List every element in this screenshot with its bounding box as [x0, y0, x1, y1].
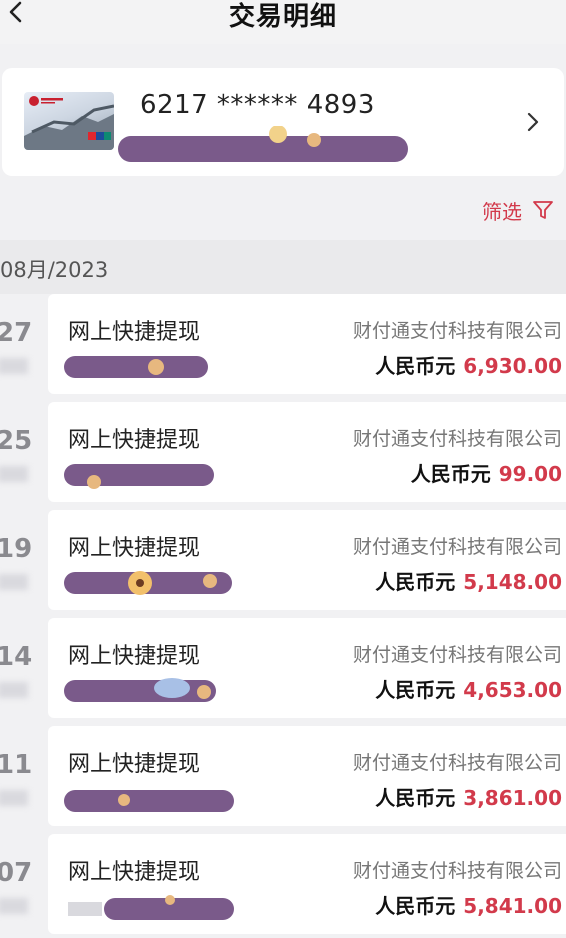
transaction-merchant: 财付通支付科技有限公司	[352, 644, 562, 666]
transaction-amount: 4,653.00	[463, 678, 562, 702]
currency-label: 人民币元	[375, 894, 456, 918]
bank-card-panel[interactable]: 6217 ****** 4893	[2, 68, 564, 176]
balance-redaction	[64, 571, 232, 595]
transaction-card[interactable]: 网上快捷提现 财付通支付科技有限公司 人民币元 3,861.00	[48, 726, 566, 826]
transaction-card[interactable]: 网上快捷提现 财付通支付科技有限公司 人民币元 5,148.00	[48, 510, 566, 610]
transaction-day: 07	[0, 858, 33, 888]
balance-redaction	[68, 895, 234, 920]
bank-card-image	[24, 92, 114, 150]
transaction-amount-group: 人民币元 6,930.00	[375, 350, 562, 379]
transaction-day: 11	[0, 750, 33, 780]
transaction-amount-group: 人民币元 3,861.00	[375, 782, 562, 811]
transaction-amount: 6,930.00	[463, 354, 562, 378]
transaction-amount: 5,841.00	[463, 894, 562, 918]
currency-label: 人民币元	[375, 570, 456, 594]
weekday-redaction	[0, 898, 28, 914]
transaction-day: 25	[0, 426, 33, 456]
transaction-merchant: 财付通支付科技有限公司	[352, 860, 562, 882]
transaction-row[interactable]: 07 网上快捷提现 财付通支付科技有限公司 人民币元 5,841.00	[0, 834, 566, 938]
month-label: 08月/2023	[0, 258, 109, 282]
currency-label: 人民币元	[375, 678, 456, 702]
transaction-row[interactable]: 19 网上快捷提现 财付通支付科技有限公司 人民币元 5,148.00	[0, 510, 566, 614]
filter-button[interactable]: 筛选	[482, 195, 554, 225]
transaction-day: 27	[0, 318, 33, 348]
chevron-right-icon[interactable]	[524, 108, 542, 136]
top-bar: 交易明细	[0, 0, 566, 44]
weekday-redaction	[0, 466, 28, 482]
transaction-amount: 3,861.00	[463, 786, 562, 810]
filter-label: 筛选	[482, 199, 522, 224]
currency-label: 人民币元	[375, 354, 456, 378]
transaction-type: 网上快捷提现	[68, 860, 201, 885]
transaction-type: 网上快捷提现	[68, 536, 201, 561]
month-header: 08月/2023	[0, 240, 566, 294]
transaction-day: 14	[0, 642, 33, 672]
transaction-card[interactable]: 网上快捷提现 财付通支付科技有限公司 人民币元 99.00	[48, 402, 566, 502]
weekday-redaction	[0, 358, 28, 374]
transaction-row[interactable]: 11 网上快捷提现 财付通支付科技有限公司 人民币元 3,861.00	[0, 726, 566, 830]
transaction-row[interactable]: 14 网上快捷提现 财付通支付科技有限公司 人民币元 4,653.00	[0, 618, 566, 722]
card-holder-redaction	[118, 126, 408, 162]
filter-icon	[533, 201, 553, 219]
transaction-type: 网上快捷提现	[68, 320, 201, 345]
transaction-amount-group: 人民币元 5,841.00	[375, 890, 562, 919]
transaction-merchant: 财付通支付科技有限公司	[352, 428, 562, 450]
transaction-merchant: 财付通支付科技有限公司	[352, 752, 562, 774]
transaction-amount-group: 人民币元 4,653.00	[375, 674, 562, 703]
transaction-merchant: 财付通支付科技有限公司	[352, 320, 562, 342]
transaction-card[interactable]: 网上快捷提现 财付通支付科技有限公司 人民币元 5,841.00	[48, 834, 566, 934]
balance-redaction	[64, 464, 214, 489]
balance-redaction	[64, 790, 234, 812]
transaction-amount-group: 人民币元 5,148.00	[375, 566, 562, 595]
balance-redaction	[64, 678, 216, 702]
transaction-card[interactable]: 网上快捷提现 财付通支付科技有限公司 人民币元 4,653.00	[48, 618, 566, 718]
transaction-day: 19	[0, 534, 33, 564]
transaction-amount-group: 人民币元 99.00	[411, 458, 562, 487]
transaction-row[interactable]: 25 网上快捷提现 财付通支付科技有限公司 人民币元 99.00	[0, 402, 566, 506]
weekday-redaction	[0, 682, 28, 698]
card-number: 6217 ****** 4893	[140, 90, 375, 120]
currency-label: 人民币元	[410, 462, 491, 486]
transaction-type: 网上快捷提现	[68, 428, 201, 453]
currency-label: 人民币元	[375, 786, 456, 810]
weekday-redaction	[0, 574, 28, 590]
transaction-type: 网上快捷提现	[68, 644, 201, 669]
page-title: 交易明细	[228, 2, 337, 32]
transaction-row[interactable]: 27 网上快捷提现 财付通支付科技有限公司 人民币元 6,930.00	[0, 294, 566, 398]
transaction-card[interactable]: 网上快捷提现 财付通支付科技有限公司 人民币元 6,930.00	[48, 294, 566, 394]
transaction-amount: 5,148.00	[463, 570, 562, 594]
transaction-type: 网上快捷提现	[68, 752, 201, 777]
transaction-amount: 99.00	[498, 462, 562, 486]
transaction-merchant: 财付通支付科技有限公司	[352, 536, 562, 558]
weekday-redaction	[0, 790, 28, 806]
balance-redaction	[64, 356, 208, 378]
